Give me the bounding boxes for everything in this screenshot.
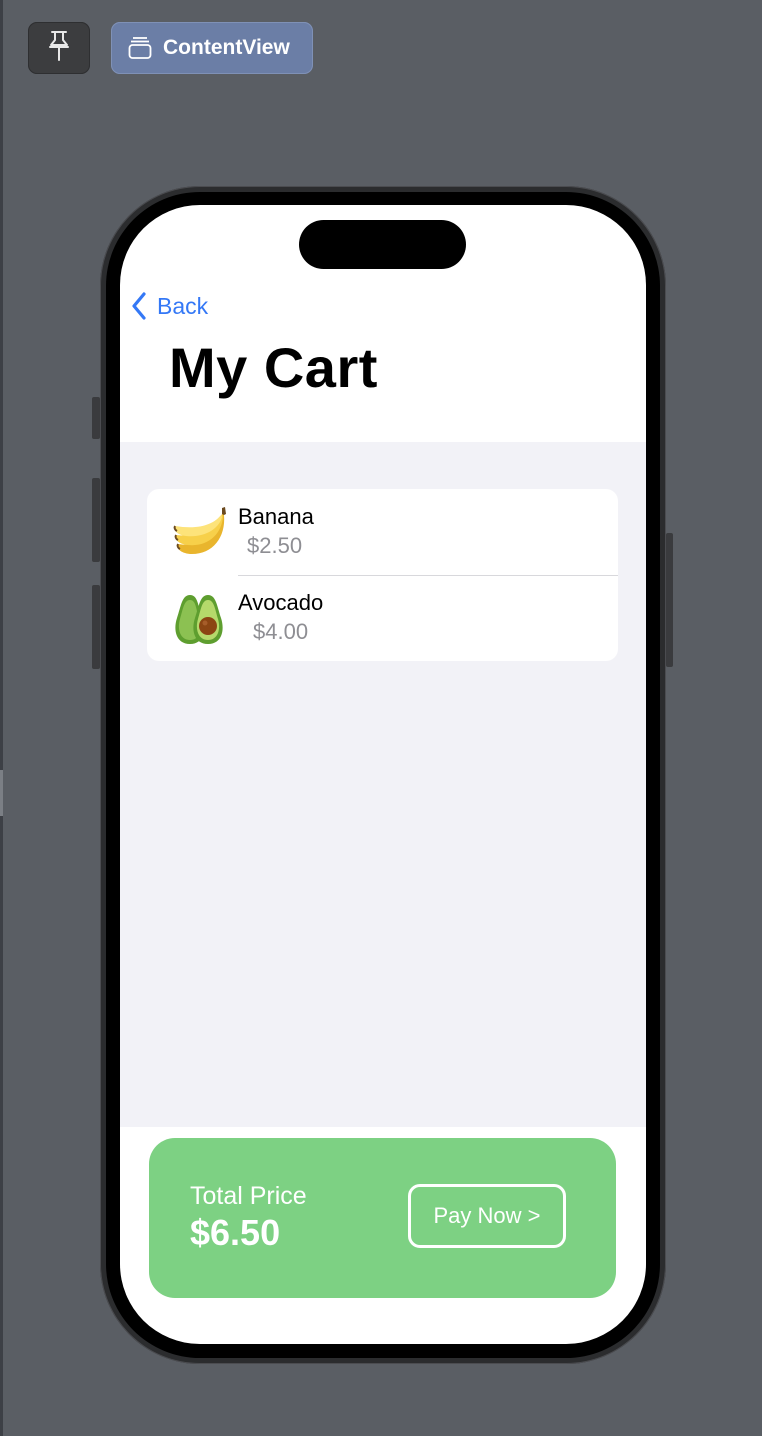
cart-item-banana[interactable]: Banana $2.50 — [147, 489, 618, 575]
phone-action-button — [92, 397, 100, 439]
checkout-bar: Total Price $6.50 Pay Now > — [149, 1138, 616, 1298]
pin-icon — [48, 30, 70, 67]
item-price: $4.00 — [253, 619, 309, 644]
item-name: Avocado — [238, 590, 324, 615]
item-name: Banana — [238, 504, 314, 529]
back-label: Back — [157, 292, 209, 319]
cart-item-avocado[interactable]: Avocado $4.00 — [147, 575, 618, 661]
pay-now-button[interactable]: Pay Now > — [408, 1184, 566, 1248]
pin-preview-button[interactable] — [28, 22, 90, 74]
total-price-label: Total Price — [190, 1182, 307, 1210]
window-edge — [0, 0, 3, 1436]
phone-volume-down-button — [92, 585, 100, 669]
total-price-value: $6.50 — [190, 1212, 281, 1253]
back-button[interactable]: Back — [131, 291, 208, 321]
preview-selector-label: ContentView — [163, 36, 290, 59]
cart-card: Banana $2.50 Avocado $4.00 — [147, 489, 618, 661]
avocado-icon — [172, 592, 228, 648]
preview-selector-button[interactable]: ContentView — [111, 22, 313, 74]
phone-screen: Back My Cart Banana $2.50 Avocado $4.00 … — [120, 205, 646, 1344]
item-price: $2.50 — [247, 533, 303, 558]
window-edge-handle — [0, 770, 3, 816]
dynamic-island — [299, 220, 466, 269]
phone-power-button — [666, 533, 673, 667]
phone-volume-up-button — [92, 478, 100, 562]
cart-list: Banana $2.50 Avocado $4.00 — [120, 442, 646, 1127]
banana-icon — [172, 504, 228, 560]
page-title: My Cart — [169, 336, 378, 399]
stack-layers-icon — [128, 36, 152, 60]
chevron-left-icon — [131, 292, 147, 320]
